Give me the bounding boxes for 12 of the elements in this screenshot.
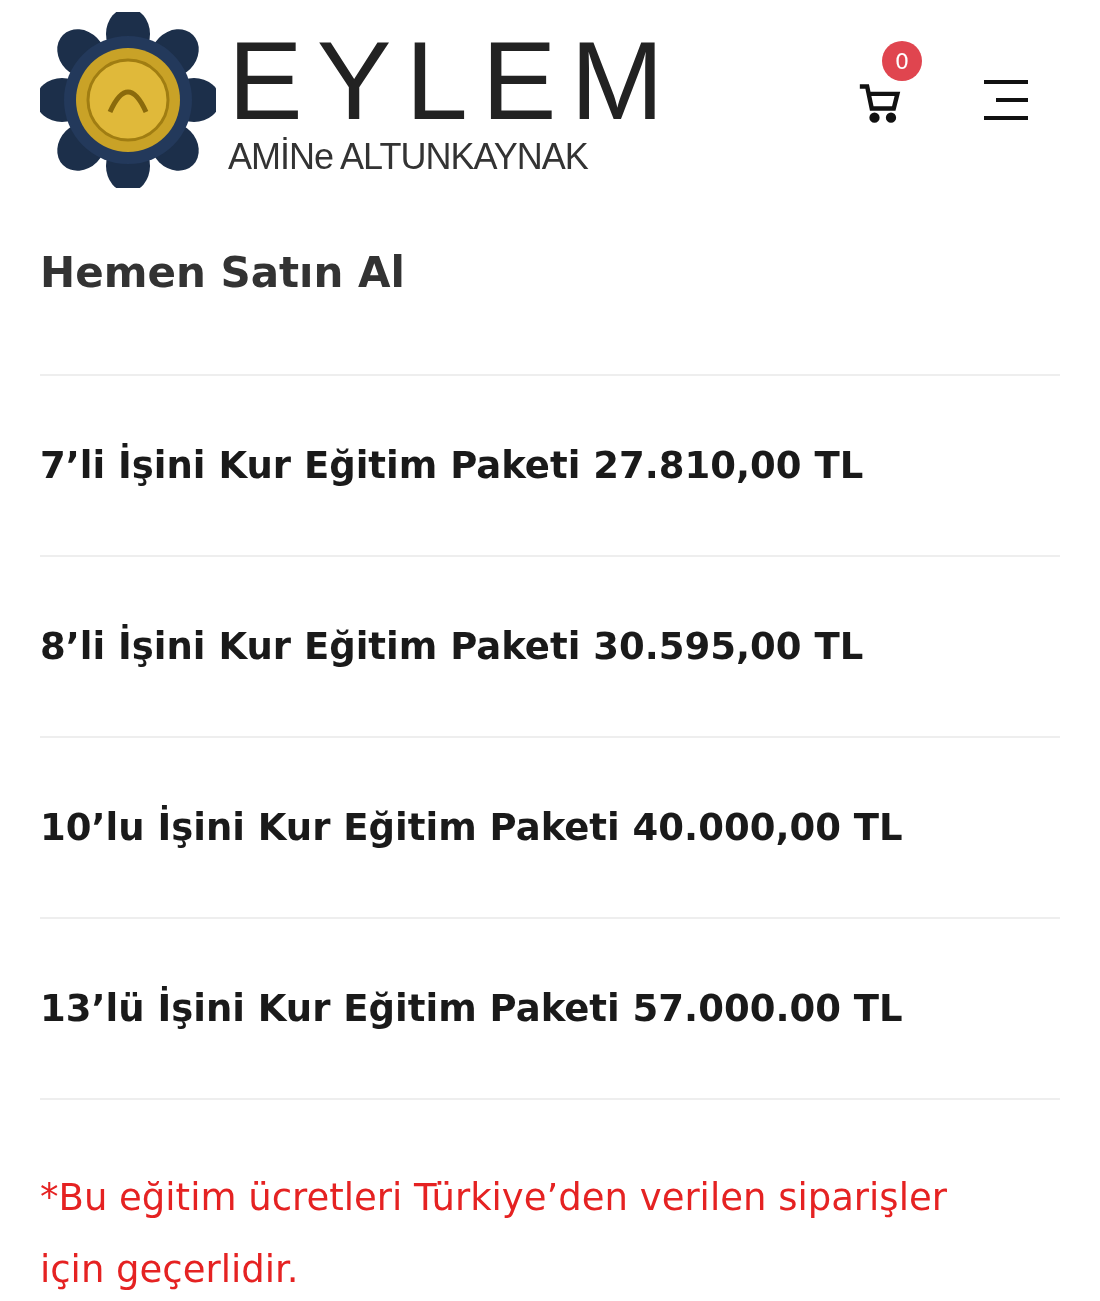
logo-subtitle: AMİNe ALTUNKAYNAK xyxy=(228,139,589,175)
package-link[interactable]: 7’li İşini Kur Eğitim Paketi 27.810,00 TL xyxy=(40,437,864,494)
package-link[interactable]: 8’li İşini Kur Eğitim Paketi 30.595,00 TL xyxy=(40,618,864,675)
cart-button[interactable]: 0 xyxy=(858,41,924,125)
emblem-icon xyxy=(40,12,216,188)
cart-icon xyxy=(858,81,902,125)
price-note: *Bu eğitim ücretleri Türkiye’den verilen siparişler için geçerlidir. xyxy=(40,1175,948,1293)
package-link[interactable]: 13’lü İşini Kur Eğitim Paketi 57.000.00 TL xyxy=(40,980,903,1037)
logo-title: EYLEM xyxy=(228,25,678,137)
section-title: Hemen Satın Al xyxy=(40,246,405,299)
menu-button[interactable] xyxy=(984,80,1028,120)
package-link[interactable]: 10’lu İşini Kur Eğitim Paketi 40.000,00 TL xyxy=(40,799,903,856)
